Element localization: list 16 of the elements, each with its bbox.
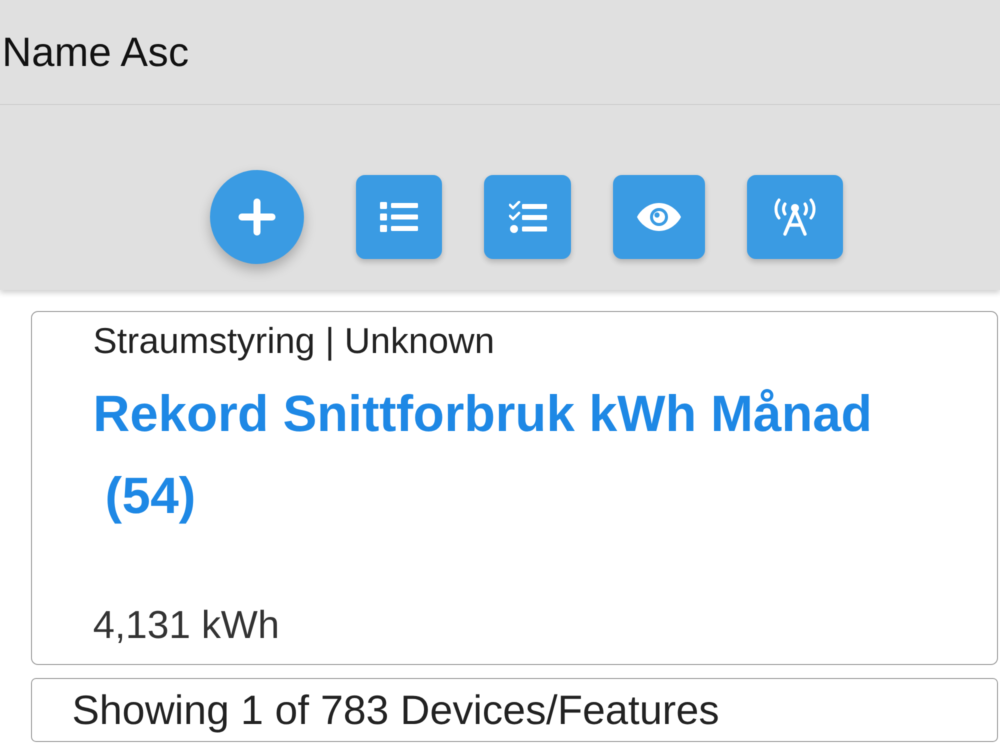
device-title: Rekord Snittforbruk kWh Månad [93, 384, 874, 444]
view-button[interactable] [613, 174, 705, 258]
plus-icon [238, 198, 276, 236]
device-value: 4,131 kWh [93, 604, 280, 648]
device-count: (54) [105, 466, 197, 526]
checklist-icon [508, 200, 546, 232]
sort-label[interactable]: Name Asc [2, 32, 189, 72]
results-count-text: Showing 1 of 783 Devices/Features [72, 690, 720, 730]
eye-icon [637, 202, 681, 230]
list-icon [380, 202, 418, 232]
device-subtitle: Straumstyring | Unknown [93, 320, 496, 362]
list-button[interactable] [356, 174, 442, 258]
checklist-button[interactable] [484, 174, 571, 258]
antenna-icon [773, 198, 817, 236]
device-card[interactable]: Straumstyring | Unknown Rekord Snittforbruk kWh Månad (54) 4,131 kWh [31, 311, 998, 665]
antenna-button[interactable] [747, 174, 843, 258]
